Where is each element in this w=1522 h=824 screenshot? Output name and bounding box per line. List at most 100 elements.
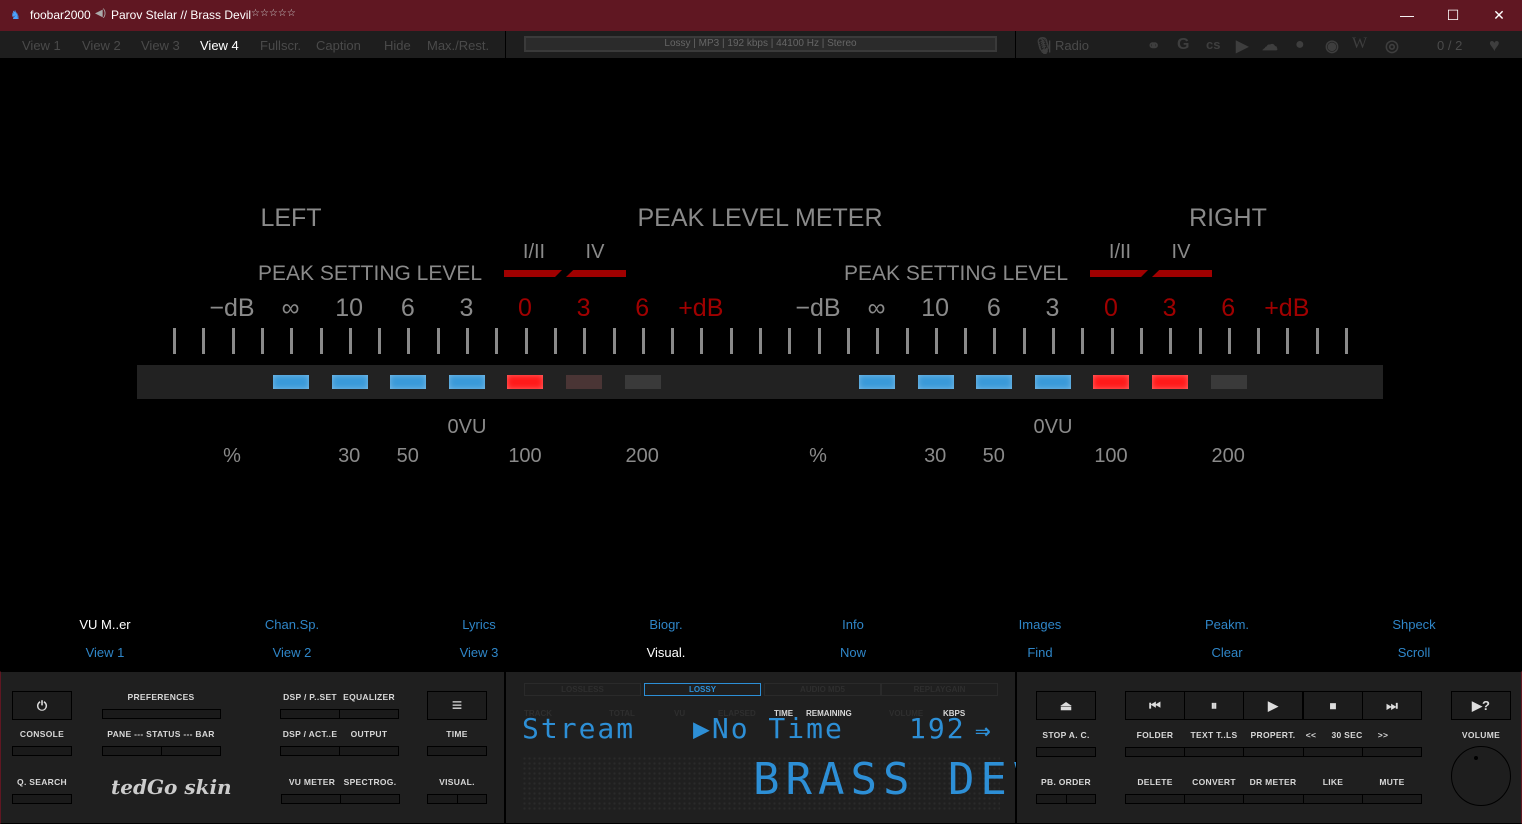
toolbar-hide[interactable]: Hide (384, 38, 411, 53)
toolbar-view-3[interactable]: View 3 (141, 38, 180, 53)
q-search-button[interactable] (12, 794, 72, 804)
menu-icon[interactable]: ≡ (427, 691, 487, 720)
tab-biogr-[interactable]: Biogr. (649, 617, 682, 632)
pause-icon[interactable]: ⏸ (1184, 691, 1244, 720)
link-icon[interactable]: ⚭ (1147, 36, 1160, 56)
rating-stars[interactable]: ☆☆☆☆☆ (251, 8, 296, 19)
tab-clear[interactable]: Clear (1211, 645, 1242, 660)
eject-icon[interactable]: ⏏ (1036, 691, 1096, 720)
playback-order-buttons[interactable] (1036, 794, 1096, 804)
right-control-panel: ⏏ STOP A. C. PB. ORDER ⏮ ⏸ ▶ ⏹ ⏭ FOLDER … (1016, 671, 1522, 824)
db-scale-label: 10 (335, 294, 364, 322)
output-label: OUTPUT (350, 729, 388, 739)
percent-scale-label: 200 (625, 445, 659, 467)
percent-scale-label: 30 (924, 445, 947, 467)
youtube-icon[interactable]: ▶ (1236, 36, 1248, 56)
tab-find[interactable]: Find (1027, 645, 1052, 660)
stop-after-current-button[interactable] (1036, 747, 1096, 757)
spectrogram-label: SPECTROG. (343, 777, 397, 787)
google-icon[interactable]: G (1177, 36, 1189, 54)
dsp-output-buttons[interactable] (280, 746, 399, 756)
random-icon[interactable]: ▶? (1451, 691, 1511, 720)
level-mark-1-2: I/II (522, 241, 546, 263)
previous-icon[interactable]: ⏮ (1125, 691, 1185, 720)
wikipedia-icon[interactable]: W (1352, 35, 1367, 53)
pane-status-bar-toggle[interactable] (102, 746, 221, 756)
tab-images[interactable]: Images (1019, 617, 1062, 632)
format-info: Lossy | MP3 | 192 kbps | 44100 Hz | Ster… (524, 36, 997, 52)
scale-tick (759, 328, 762, 354)
console-label: CONSOLE (19, 729, 65, 739)
soundcloud-icon[interactable]: ☁ (1262, 35, 1278, 55)
heart-icon[interactable]: ♥ (1489, 35, 1500, 56)
dr-meter-label: DR METER (1249, 777, 1297, 787)
tab-peakm-[interactable]: Peakm. (1205, 617, 1249, 632)
scale-tick (231, 328, 235, 354)
led-band (137, 365, 1383, 399)
vu-spectrogram-buttons[interactable] (281, 794, 400, 804)
led-blue (976, 375, 1013, 389)
scale-tick (1286, 328, 1290, 354)
tab-visual-[interactable]: Visual. (647, 645, 686, 660)
volume-knob[interactable] (1451, 746, 1511, 806)
led-blue (1034, 375, 1071, 389)
db-scale-label: 6 (986, 294, 1001, 322)
time-button[interactable] (427, 746, 487, 756)
led-blue (390, 375, 427, 389)
source-display: Stream (522, 712, 636, 745)
toolbar-fullscreen[interactable]: Fullscr. (260, 38, 301, 53)
tab-view-3[interactable]: View 3 (460, 645, 499, 660)
tab-scroll[interactable]: Scroll (1398, 645, 1431, 660)
lastfm-icon[interactable]: cs (1206, 37, 1220, 52)
scale-tick (319, 328, 323, 354)
tab-chan-sp-[interactable]: Chan.Sp. (265, 617, 319, 632)
text-tools-label: TEXT T..LS (1190, 730, 1238, 740)
tab-info[interactable]: Info (842, 617, 864, 632)
visual-buttons[interactable] (427, 794, 487, 804)
minimize-button[interactable]: — (1384, 0, 1430, 31)
foobar-logo-icon: ♞ (10, 8, 21, 22)
folder-label: FOLDER (1136, 730, 1174, 740)
mute-label: MUTE (1379, 777, 1405, 787)
level-bar-1 (504, 270, 562, 277)
tab-view-2[interactable]: View 2 (273, 645, 312, 660)
scale-tick (1257, 328, 1261, 354)
toolbar-max-restore[interactable]: Max./Rest. (427, 38, 489, 53)
dsp-equalizer-buttons[interactable] (280, 709, 399, 719)
stop-icon[interactable]: ⏹ (1303, 691, 1363, 720)
close-button[interactable]: ✕ (1476, 0, 1522, 31)
visual-label: VISUAL. (439, 777, 475, 787)
scale-tick (348, 328, 352, 354)
led-blue (859, 375, 895, 389)
toolbar: View 1 View 2 View 3 View 4 Fullscr. Cap… (0, 31, 1522, 59)
disc-icon[interactable]: ◉ (1325, 36, 1339, 56)
tab-view-1[interactable]: View 1 (86, 645, 125, 660)
play-icon[interactable]: ▶ (1243, 691, 1303, 720)
tab-shpeck[interactable]: Shpeck (1392, 617, 1435, 632)
db-scale-label: 3 (1045, 294, 1060, 322)
tab-vu-m-er[interactable]: VU M..er (79, 617, 130, 632)
toolbar-view-2[interactable]: View 2 (82, 38, 121, 53)
tab-now[interactable]: Now (840, 645, 866, 660)
toolbar-caption[interactable]: Caption (316, 38, 361, 53)
scale-tick (553, 328, 557, 354)
toolbar-view-4[interactable]: View 4 (200, 38, 239, 53)
next-icon[interactable]: ⏭ (1362, 691, 1422, 720)
tab-lyrics[interactable]: Lyrics (462, 617, 495, 632)
row1-buttons[interactable] (1125, 747, 1422, 757)
preferences-button[interactable] (102, 709, 221, 719)
kbps-display: 192 (909, 712, 966, 745)
db-scale-label: ∞ (281, 294, 300, 322)
scale-tick (1052, 328, 1055, 354)
radio-button[interactable]: | Radio (1048, 38, 1089, 53)
power-icon[interactable]: ⏻ (12, 691, 72, 720)
spotify-icon[interactable]: ● (1295, 36, 1305, 54)
row2-buttons[interactable] (1125, 794, 1422, 804)
like-label: LIKE (1322, 777, 1344, 787)
podcast-icon[interactable]: ◎ (1385, 36, 1399, 56)
percent-scale-label: 200 (1211, 445, 1245, 467)
console-button[interactable] (12, 746, 72, 756)
db-scale-label: 10 (921, 294, 950, 322)
maximize-button[interactable]: ☐ (1430, 0, 1476, 31)
toolbar-view-1[interactable]: View 1 (22, 38, 61, 53)
